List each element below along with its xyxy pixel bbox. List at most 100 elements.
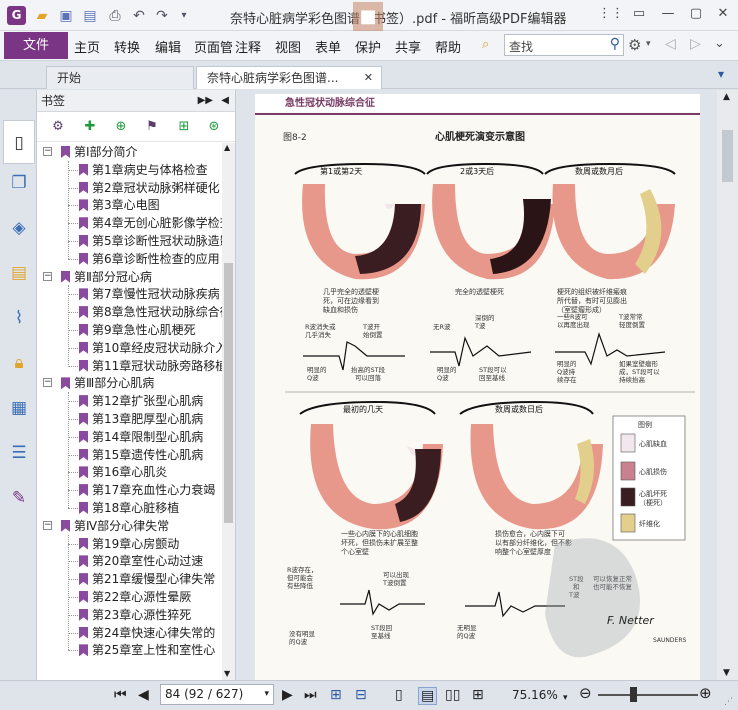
bookmark-chapter-item[interactable]: 第23章心源性猝死 (37, 606, 223, 624)
open-folder-icon[interactable]: ▰ (33, 7, 51, 25)
bookmark-scrollbar[interactable]: ▲ ▼ (222, 143, 235, 680)
close-tab-icon[interactable]: ✕ (364, 67, 373, 89)
quick-access-dropdown-icon[interactable]: ▾ (175, 7, 193, 25)
bookmark-chapter-item[interactable]: 第24章快速心律失常的 (37, 624, 223, 642)
bookmark-part-item[interactable]: − 第Ⅰ部分简介 (37, 143, 223, 161)
menu-edit[interactable]: 编辑 (155, 37, 181, 56)
collapse-toggle-icon[interactable]: − (43, 271, 52, 281)
expand-ribbon-icon[interactable]: ⌄ (714, 36, 725, 51)
scroll-up-arrow-icon[interactable]: ▲ (224, 143, 230, 152)
bookmark-chapter-item[interactable]: 第10章经皮冠状动脉介入 (37, 339, 223, 357)
settings-dropdown-icon[interactable]: ▾ (646, 39, 651, 49)
pages-icon[interactable]: ❐ (6, 170, 32, 196)
insert-page-icon[interactable]: ⊞ (330, 687, 342, 703)
bookmark-chapter-item[interactable]: 第11章冠状动脉旁路移植 (37, 357, 223, 375)
document-properties-icon[interactable]: ▦ (6, 395, 32, 421)
move-bookmark-icon[interactable]: ⚑ (143, 118, 161, 136)
add-child-bookmark-icon[interactable]: ⊕ (112, 118, 130, 136)
bookmark-chapter-item[interactable]: 第6章诊断性检查的应用 (37, 250, 223, 268)
tab-list-dropdown-icon[interactable]: ▾ (718, 67, 724, 81)
attachments-icon[interactable]: ⌇ (6, 305, 32, 331)
ribbon-toggle-icon[interactable]: ▭ (627, 4, 651, 24)
form-fields-icon[interactable]: ☰ (6, 440, 32, 466)
scroll-down-arrow-icon[interactable]: ▼ (224, 669, 230, 678)
zoom-slider-track[interactable] (598, 694, 698, 696)
tab-start[interactable]: 开始 (46, 66, 194, 89)
layers-icon[interactable]: ◈ (6, 215, 32, 241)
single-page-icon[interactable]: ▯ (395, 687, 403, 703)
menu-comment[interactable]: 注释 (235, 37, 261, 56)
comments-icon[interactable]: ▤ (6, 260, 32, 286)
menu-home[interactable]: 主页 (74, 37, 100, 56)
zoom-slider-thumb[interactable] (630, 687, 637, 702)
signature-icon[interactable]: ✎ (6, 485, 32, 511)
bookmark-chapter-item[interactable]: 第7章慢性冠状动脉疾病 (37, 285, 223, 303)
page-dropdown-icon[interactable]: ▾ (264, 685, 269, 704)
menu-help[interactable]: 帮助 (435, 37, 461, 56)
zoom-dropdown-icon[interactable]: ▾ (563, 690, 568, 706)
app-logo-icon[interactable]: G (7, 6, 26, 25)
last-page-icon[interactable]: ⏭ (304, 687, 317, 703)
menu-form[interactable]: 表单 (315, 37, 341, 56)
bookmark-chapter-item[interactable]: 第16章心肌炎 (37, 463, 223, 481)
close-button[interactable]: ✕ (711, 4, 735, 24)
bookmark-chapter-item[interactable]: 第9章急性心肌梗死 (37, 321, 223, 339)
bookmark-part-item[interactable]: − 第Ⅳ部分心律失常 (37, 517, 223, 535)
next-page-icon[interactable]: ▶ (282, 687, 293, 703)
next-result-icon[interactable]: ▷ (690, 36, 701, 52)
bookmark-chapter-item[interactable]: 第5章诊断性冠状动脉造影 (37, 232, 223, 250)
bookmark-chapter-item[interactable]: 第17章充血性心力衰竭 (37, 481, 223, 499)
save-as-icon[interactable]: ▤ (81, 7, 99, 25)
continuous-page-icon[interactable]: ▤ (418, 687, 438, 705)
settings-gear-icon[interactable]: ⚙ (628, 36, 641, 54)
collapse-toggle-icon[interactable]: − (43, 378, 52, 388)
add-bookmark-icon[interactable]: ✚ (81, 118, 99, 136)
bookmark-scroll-thumb[interactable] (224, 263, 233, 523)
menu-view[interactable]: 视图 (275, 37, 301, 56)
first-page-icon[interactable]: ⏮ (114, 687, 127, 703)
continuous-facing-icon[interactable]: ⊞ (472, 687, 484, 703)
search-input[interactable]: 查找 ⚲ (504, 34, 624, 56)
bookmark-chapter-item[interactable]: 第2章冠状动脉粥样硬化 (37, 179, 223, 197)
undo-icon[interactable]: ↶ (130, 7, 148, 25)
bookmark-part-item[interactable]: − 第Ⅲ部分心肌病 (37, 374, 223, 392)
bookmark-chapter-item[interactable]: 第1章病史与体格检查 (37, 161, 223, 179)
document-scrollbar[interactable]: ▲ ▼ (717, 90, 738, 680)
bookmark-chapter-item[interactable]: 第13章肥厚型心肌病 (37, 410, 223, 428)
previous-result-icon[interactable]: ◁ (665, 36, 676, 52)
print-icon[interactable]: ⎙ (106, 7, 124, 25)
save-icon[interactable]: ▣ (57, 7, 75, 25)
new-page-bookmark-icon[interactable]: ⊞ (175, 118, 193, 136)
bookmark-chapter-item[interactable]: 第22章心源性晕厥 (37, 588, 223, 606)
panel-expand-icon[interactable]: ▶▶ (198, 90, 213, 112)
collapse-toggle-icon[interactable]: − (43, 147, 52, 156)
doc-scroll-down-icon[interactable]: ▼ (723, 668, 730, 678)
tab-document[interactable]: 奈特心脏病学彩色图谱... ✕ (196, 66, 382, 89)
menu-convert[interactable]: 转换 (114, 37, 140, 56)
bookmark-part-item[interactable]: − 第Ⅱ部分冠心病 (37, 268, 223, 286)
bookmark-options-icon[interactable]: ⚙ (49, 118, 67, 136)
bookmark-chapter-item[interactable]: 第20章室性心动过速 (37, 552, 223, 570)
file-menu[interactable]: 文件 (4, 32, 68, 59)
bookmark-chapter-item[interactable]: 第15章遗传性心肌病 (37, 446, 223, 464)
redo-icon[interactable]: ↷ (153, 7, 171, 25)
bookmark-chapter-item[interactable]: 第14章限制型心肌病 (37, 428, 223, 446)
collapse-toggle-icon[interactable]: − (43, 520, 52, 530)
bookmark-chapter-item[interactable]: 第8章急性冠状动脉综合征 (37, 303, 223, 321)
doc-scroll-thumb[interactable] (722, 130, 733, 182)
security-lock-icon[interactable]: 🔒︎ (6, 350, 32, 376)
panel-collapse-icon[interactable]: ◀ (221, 90, 229, 112)
search-icon[interactable]: ⚲ (610, 36, 620, 52)
menu-share[interactable]: 共享 (395, 37, 421, 56)
previous-page-icon[interactable]: ◀ (138, 687, 149, 703)
page-thumbnail-icon[interactable]: ▯ (3, 120, 35, 164)
bookmark-chapter-item[interactable]: 第3章心电图 (37, 196, 223, 214)
doc-scroll-up-icon[interactable]: ▲ (723, 92, 730, 102)
menu-page-manage[interactable]: 页面管理 (194, 37, 232, 56)
zoom-out-icon[interactable]: ⊖ (579, 685, 592, 701)
find-folder-icon[interactable]: ⌕ (482, 37, 489, 52)
bookmark-chapter-item[interactable]: 第4章无创心脏影像学检查 (37, 214, 223, 232)
bookmark-chapter-item[interactable]: 第21章缓慢型心律失常 (37, 570, 223, 588)
bookmark-chapter-item[interactable]: 第19章心房颤动 (37, 535, 223, 553)
facing-page-icon[interactable]: ▯▯ (445, 687, 460, 703)
